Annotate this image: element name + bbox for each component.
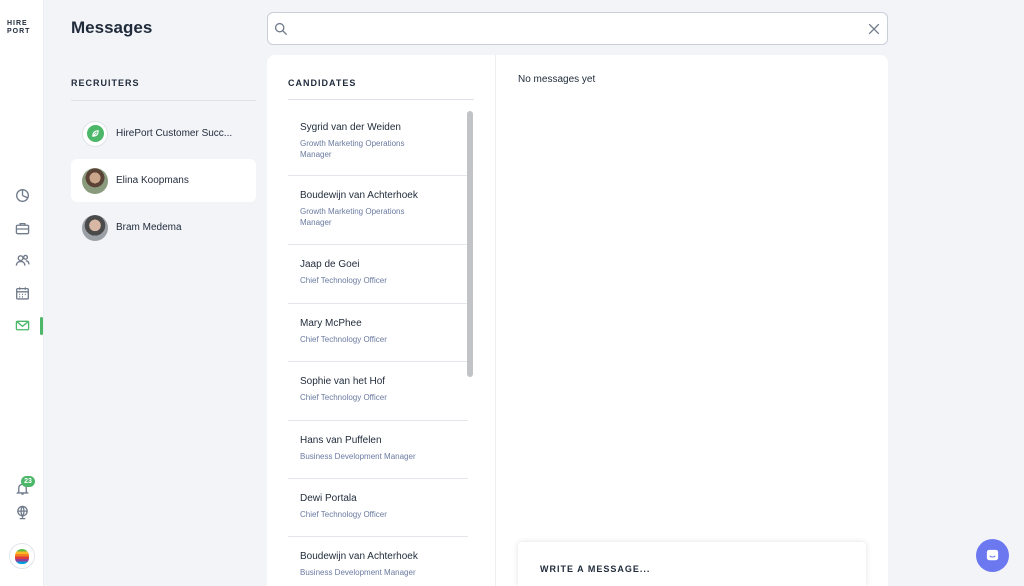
calendar-icon[interactable] bbox=[12, 283, 32, 303]
candidate-item[interactable]: Sophie van het Hof Chief Technology Offi… bbox=[288, 362, 468, 421]
support-chat-button[interactable] bbox=[976, 539, 1009, 572]
candidate-name: Jaap de Goei bbox=[300, 259, 360, 270]
recruiter-name: HirePort Customer Succ... bbox=[116, 128, 233, 139]
candidate-role: Business Development Manager bbox=[300, 452, 416, 461]
recruiters-title: RECRUITERS bbox=[71, 78, 256, 101]
company-avatar[interactable] bbox=[9, 543, 35, 569]
candidate-role: Chief Technology Officer bbox=[300, 276, 387, 285]
logo-line-1: HIRE bbox=[7, 20, 28, 27]
globe-icon[interactable] bbox=[12, 502, 32, 522]
candidate-scrollbar[interactable] bbox=[467, 111, 473, 586]
candidate-role: Chief Technology Officer bbox=[300, 335, 387, 344]
recruiters-section: RECRUITERS HirePort Customer Succ... Eli… bbox=[71, 78, 256, 249]
apple-logo-icon bbox=[15, 548, 29, 564]
recruiter-item[interactable]: Bram Medema bbox=[71, 206, 256, 249]
candidate-name: Mary McPhee bbox=[300, 318, 362, 329]
recruiter-name: Bram Medema bbox=[116, 222, 182, 233]
empty-conversation-text: No messages yet bbox=[518, 74, 596, 85]
candidate-name: Boudewijn van Achterhoek bbox=[300, 190, 418, 201]
candidates-title: CANDIDATES bbox=[288, 78, 357, 88]
avatar bbox=[82, 214, 108, 241]
candidate-item[interactable]: Hans van Puffelen Business Development M… bbox=[288, 421, 468, 479]
divider bbox=[288, 99, 474, 100]
candidate-role: Chief Technology Officer bbox=[300, 393, 387, 402]
avatar bbox=[82, 120, 108, 147]
candidate-name: Sophie van het Hof bbox=[300, 376, 386, 387]
search-icon bbox=[274, 22, 288, 36]
dashboard-icon[interactable] bbox=[12, 185, 32, 205]
active-nav-indicator bbox=[40, 317, 43, 335]
candidate-item[interactable]: Boudewijn van Achterhoek Business Develo… bbox=[288, 537, 468, 586]
search-bar[interactable] bbox=[267, 12, 888, 45]
candidate-role: Growth Marketing Operations Manager bbox=[300, 139, 405, 159]
candidate-item[interactable]: Sygrid van der Weiden Growth Marketing O… bbox=[288, 108, 468, 176]
candidate-list: Sygrid van der Weiden Growth Marketing O… bbox=[288, 108, 468, 586]
candidate-role: Chief Technology Officer bbox=[300, 510, 387, 519]
candidates-section: CANDIDATES Sygrid van der Weiden Growth … bbox=[267, 55, 496, 586]
candidate-item[interactable]: Mary McPhee Chief Technology Officer bbox=[288, 304, 468, 362]
candidate-role: Growth Marketing Operations Manager bbox=[300, 207, 405, 227]
chat-icon bbox=[986, 549, 999, 561]
hireport-logo[interactable]: HIRE PORT bbox=[7, 20, 37, 36]
candidate-item[interactable]: Dewi Portala Chief Technology Officer bbox=[288, 479, 468, 537]
mail-icon[interactable] bbox=[12, 315, 32, 335]
people-icon[interactable] bbox=[12, 250, 32, 270]
composer-placeholder: WRITE A MESSAGE... bbox=[540, 564, 651, 574]
search-input[interactable] bbox=[294, 18, 854, 40]
page-title: Messages bbox=[71, 18, 153, 37]
recruiter-item[interactable]: HirePort Customer Succ... bbox=[71, 112, 256, 155]
messages-panel: CANDIDATES Sygrid van der Weiden Growth … bbox=[267, 55, 888, 586]
candidate-item[interactable]: Jaap de Goei Chief Technology Officer bbox=[288, 245, 468, 304]
candidate-name: Dewi Portala bbox=[300, 493, 357, 504]
candidate-name: Sygrid van der Weiden bbox=[300, 122, 401, 133]
candidate-item[interactable]: Boudewijn van Achterhoek Growth Marketin… bbox=[288, 176, 468, 245]
notifications-badge: 23 bbox=[21, 476, 35, 487]
hireport-leaf-icon bbox=[86, 125, 104, 142]
close-icon[interactable] bbox=[867, 22, 881, 36]
message-composer[interactable]: WRITE A MESSAGE... bbox=[518, 542, 866, 586]
candidate-name: Hans van Puffelen bbox=[300, 435, 382, 446]
logo-line-2: PORT bbox=[7, 28, 31, 35]
candidate-role: Business Development Manager bbox=[300, 568, 416, 577]
recruiter-item[interactable]: Elina Koopmans bbox=[71, 159, 256, 202]
avatar bbox=[82, 167, 108, 194]
scrollbar-thumb[interactable] bbox=[467, 111, 473, 377]
recruiter-name: Elina Koopmans bbox=[116, 175, 189, 186]
briefcase-icon[interactable] bbox=[12, 218, 32, 238]
candidate-name: Boudewijn van Achterhoek bbox=[300, 551, 418, 562]
sidebar: HIRE PORT 23 bbox=[0, 0, 44, 586]
